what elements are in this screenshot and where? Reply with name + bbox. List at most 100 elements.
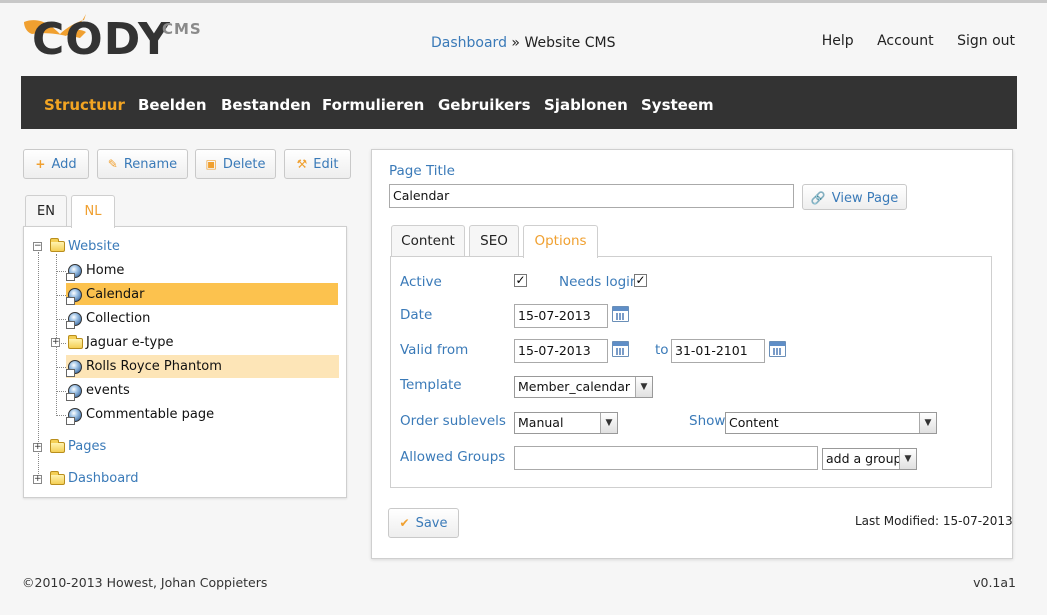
template-select-value: Member_calendar: [518, 379, 631, 394]
tree-item-website[interactable]: Website: [68, 239, 120, 254]
tab-content[interactable]: Content: [391, 225, 465, 257]
tree-item-home[interactable]: Home: [86, 263, 124, 278]
tree-item-events[interactable]: events: [86, 383, 130, 398]
valid-from-label: Valid from: [400, 342, 469, 358]
nav-item-structuur[interactable]: Structuur: [44, 96, 125, 114]
view-page-label: View Page: [831, 191, 899, 206]
top-links: Help Account Sign out: [803, 33, 1015, 49]
folder-icon: [68, 335, 83, 349]
page-icon: [66, 360, 82, 377]
add-group-value: add a group: [826, 451, 902, 466]
add-button-label: Add: [51, 157, 77, 172]
plus-icon: +: [35, 157, 46, 171]
top-rule: [0, 0, 1047, 3]
template-select[interactable]: Member_calendar ▼: [514, 376, 653, 398]
active-label: Active: [400, 274, 442, 290]
help-link[interactable]: Help: [822, 33, 854, 49]
delete-button-label: Delete: [222, 157, 266, 172]
tab-nl[interactable]: NL: [71, 195, 115, 228]
checkmark-icon: ✔: [399, 516, 410, 530]
rename-button[interactable]: ✎ Rename: [97, 149, 188, 179]
expand-icon[interactable]: +: [33, 475, 42, 484]
add-group-select[interactable]: add a group ▼: [822, 448, 917, 470]
collapse-icon[interactable]: −: [33, 242, 42, 251]
nav-item-beelden[interactable]: Beelden: [138, 96, 207, 114]
date-label: Date: [400, 307, 433, 323]
pencil-icon: ✎: [107, 157, 118, 171]
delete-button[interactable]: ▣ Delete: [195, 149, 276, 179]
tree-item-dashboard[interactable]: Dashboard: [68, 471, 139, 486]
nav-item-systeem[interactable]: Systeem: [641, 96, 714, 114]
expand-icon[interactable]: +: [51, 338, 60, 347]
save-button[interactable]: ✔ Save: [388, 508, 459, 538]
date-input[interactable]: 15-07-2013: [514, 304, 608, 328]
wrench-icon: ⚒: [296, 157, 308, 171]
tree-line: [56, 271, 66, 272]
nav-item-gebruikers[interactable]: Gebruikers: [438, 96, 531, 114]
page-icon: [66, 312, 82, 329]
order-select-value: Manual: [518, 415, 564, 430]
edit-button[interactable]: ⚒ Edit: [284, 149, 351, 179]
folder-icon: [50, 471, 65, 485]
tree-item-commentable[interactable]: Commentable page: [86, 407, 214, 422]
sign-out-link[interactable]: Sign out: [957, 33, 1015, 49]
tab-en[interactable]: EN: [25, 195, 67, 227]
breadcrumb-dashboard-link[interactable]: Dashboard: [431, 35, 507, 51]
show-select-value: Content: [729, 415, 779, 430]
page-icon: [66, 264, 82, 281]
nav-item-formulieren[interactable]: Formulieren: [322, 96, 424, 114]
order-sublevels-label: Order sublevels: [400, 413, 506, 429]
chevron-down-icon: ▼: [919, 413, 936, 433]
tree-line: [56, 319, 66, 320]
tree-line: [56, 367, 66, 368]
breadcrumb-current: Website CMS: [524, 35, 616, 51]
link-icon: 🔗: [810, 191, 826, 205]
nav-item-bestanden[interactable]: Bestanden: [221, 96, 311, 114]
tab-seo[interactable]: SEO: [469, 225, 519, 257]
logo-suffix: CMS: [162, 20, 202, 38]
valid-from-input[interactable]: 15-07-2013: [514, 339, 608, 363]
allowed-groups-label: Allowed Groups: [400, 449, 506, 465]
tree-item-rolls-royce[interactable]: Rolls Royce Phantom: [86, 359, 222, 374]
expand-icon[interactable]: +: [33, 443, 42, 452]
folder-icon: [50, 439, 65, 453]
view-page-button[interactable]: 🔗 View Page: [802, 184, 907, 210]
to-label: to: [655, 342, 669, 358]
last-modified: Last Modified: 15-07-2013: [855, 514, 1013, 528]
tree-item-pages[interactable]: Pages: [68, 439, 106, 454]
save-button-label: Save: [415, 516, 448, 531]
active-checkbox[interactable]: ✓: [514, 274, 527, 287]
nav-item-sjablonen[interactable]: Sjablonen: [544, 96, 628, 114]
tree-item-calendar[interactable]: Calendar: [86, 287, 144, 302]
allowed-groups-input[interactable]: [514, 446, 818, 470]
tree-item-collection[interactable]: Collection: [86, 311, 150, 326]
trash-icon: ▣: [205, 157, 217, 171]
calendar-icon[interactable]: [612, 306, 629, 322]
tree-item-jaguar[interactable]: Jaguar e-type: [86, 335, 173, 350]
order-sublevels-select[interactable]: Manual ▼: [514, 412, 618, 434]
page-title-label: Page Title: [389, 163, 455, 179]
chevron-down-icon: ▼: [899, 449, 916, 469]
page-icon: [66, 384, 82, 401]
folder-icon: [50, 238, 65, 252]
needs-login-label: Needs login: [559, 274, 639, 290]
calendar-icon[interactable]: [612, 341, 629, 357]
show-select[interactable]: Content ▼: [725, 412, 937, 434]
account-link[interactable]: Account: [877, 33, 934, 49]
tree-line: [56, 391, 66, 392]
add-button[interactable]: + Add: [23, 149, 89, 179]
copyright: ©2010-2013 Howest, Johan Coppieters: [22, 575, 268, 590]
version: v0.1a1: [973, 575, 1016, 590]
chevron-down-icon: ▼: [635, 377, 652, 397]
tree-line: [61, 343, 66, 344]
logo-text: CODY: [32, 14, 171, 65]
calendar-icon[interactable]: [769, 341, 786, 357]
tab-options[interactable]: Options: [523, 225, 598, 258]
valid-to-input[interactable]: 31-01-2101: [671, 339, 765, 363]
rename-button-label: Rename: [123, 157, 178, 172]
main-nav: Structuur Beelden Bestanden Formulieren …: [21, 76, 1017, 129]
template-label: Template: [400, 377, 462, 393]
page-title-input[interactable]: Calendar: [389, 184, 794, 208]
needs-login-checkbox[interactable]: ✓: [634, 274, 647, 287]
breadcrumb: Dashboard » Website CMS: [431, 35, 615, 51]
